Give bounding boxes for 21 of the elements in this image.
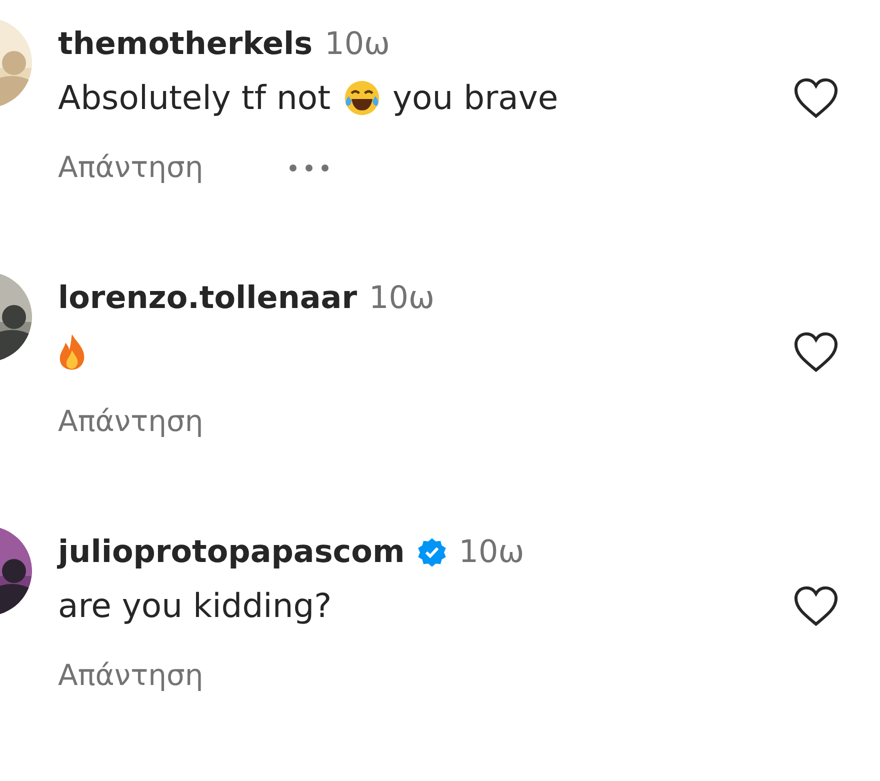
heart-icon <box>793 585 839 627</box>
like-button[interactable] <box>792 76 840 120</box>
more-icon <box>289 164 330 172</box>
reply-button[interactable]: Απάντηση <box>58 400 204 444</box>
comment-time: 10ω <box>369 278 434 318</box>
like-button[interactable] <box>792 330 840 374</box>
reply-button[interactable]: Απάντηση <box>58 146 204 190</box>
comment-time: 10ω <box>324 24 390 64</box>
comment-text: Absolutely tf not <box>58 77 331 120</box>
comment-time: 10ω <box>458 532 524 572</box>
like-button[interactable] <box>792 584 840 628</box>
comment-text: are you kidding? <box>58 585 332 628</box>
comment-text: you brave <box>392 77 558 120</box>
heart-icon <box>793 331 839 373</box>
username[interactable]: themotherkels <box>58 20 313 68</box>
laughing-emoji-icon <box>342 79 381 117</box>
username[interactable]: julioprotopapascom <box>58 528 405 576</box>
username[interactable]: lorenzo.tollenaar <box>58 274 358 322</box>
heart-icon <box>793 77 839 119</box>
reply-button[interactable]: Απάντηση <box>58 654 204 698</box>
fire-icon <box>58 333 86 371</box>
